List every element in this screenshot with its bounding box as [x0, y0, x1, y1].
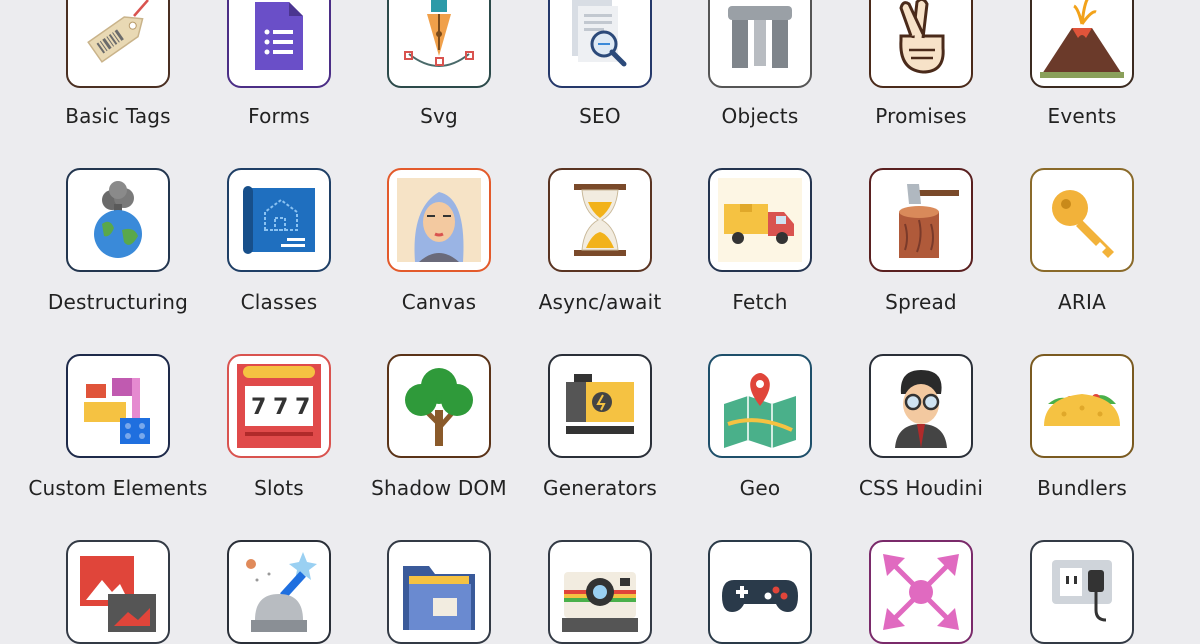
axe-stump-icon	[879, 178, 963, 262]
power-socket-icon	[1040, 550, 1124, 634]
topic-tile-power-generator[interactable]	[548, 354, 652, 458]
topic-tile-gamepad[interactable]	[708, 540, 812, 644]
pen-nib-icon	[397, 0, 481, 78]
topic-label[interactable]: SEO	[510, 104, 690, 128]
topic-tile-crossed-fingers[interactable]	[869, 0, 973, 88]
topic-tile-wizard-boy[interactable]	[869, 354, 973, 458]
svg-text:7: 7	[251, 395, 266, 420]
exploding-earth-icon	[76, 178, 160, 262]
topic-label[interactable]: Forms	[189, 104, 369, 128]
tree-icon	[397, 364, 481, 448]
hourglass-icon	[558, 178, 642, 262]
topic-tile-blueprint[interactable]	[227, 168, 331, 272]
power-generator-icon	[558, 364, 642, 448]
topic-label[interactable]: Promises	[831, 104, 1011, 128]
topic-label[interactable]: Classes	[189, 290, 369, 314]
topic-tile-form-document[interactable]	[227, 0, 331, 88]
expand-arrows-icon	[879, 550, 963, 634]
observatory-icon	[237, 550, 321, 634]
gamepad-icon	[718, 550, 802, 634]
portrait-painting-icon	[397, 178, 481, 262]
topic-label[interactable]: Generators	[510, 476, 690, 500]
topic-tile-magnifier-document[interactable]	[548, 0, 652, 88]
folder-icon	[397, 550, 481, 634]
instant-camera-icon	[558, 550, 642, 634]
topic-tile-delivery-truck[interactable]	[708, 168, 812, 272]
topic-tile-key[interactable]	[1030, 168, 1134, 272]
price-tag-icon	[76, 0, 160, 78]
topic-label[interactable]: Events	[992, 104, 1172, 128]
topic-label[interactable]: Slots	[189, 476, 369, 500]
magnifier-document-icon	[558, 0, 642, 78]
form-document-icon	[237, 0, 321, 78]
topic-tile-observatory[interactable]	[227, 540, 331, 644]
topic-tile-picture-frames[interactable]	[66, 540, 170, 644]
topic-tile-taco[interactable]	[1030, 354, 1134, 458]
delivery-truck-icon	[718, 178, 802, 262]
map-pin-icon	[718, 364, 802, 448]
topic-label[interactable]: Canvas	[349, 290, 529, 314]
topic-tile-hourglass[interactable]	[548, 168, 652, 272]
slot-machine-icon: 777	[237, 364, 321, 448]
topic-label[interactable]: Bundlers	[992, 476, 1172, 500]
topic-tile-volcano[interactable]	[1030, 0, 1134, 88]
topic-label[interactable]: Custom Elements	[28, 476, 208, 500]
svg-text:7: 7	[295, 395, 310, 420]
topic-tile-building-blocks[interactable]	[66, 354, 170, 458]
svg-text:7: 7	[273, 395, 288, 420]
topic-tile-instant-camera[interactable]	[548, 540, 652, 644]
volcano-icon	[1040, 0, 1124, 78]
topic-tile-folder[interactable]	[387, 540, 491, 644]
picture-frames-icon	[76, 550, 160, 634]
topic-tile-tree[interactable]	[387, 354, 491, 458]
topic-label[interactable]: ARIA	[992, 290, 1172, 314]
building-blocks-icon	[76, 364, 160, 448]
topic-tile-price-tag[interactable]	[66, 0, 170, 88]
topic-label[interactable]: Async/await	[510, 290, 690, 314]
topic-label[interactable]: CSS Houdini	[831, 476, 1011, 500]
topic-label[interactable]: Shadow DOM	[349, 476, 529, 500]
taco-icon	[1040, 364, 1124, 448]
topic-tile-portrait-painting[interactable]	[387, 168, 491, 272]
topic-label[interactable]: Destructuring	[28, 290, 208, 314]
topic-label[interactable]: Objects	[670, 104, 850, 128]
topic-label[interactable]: Geo	[670, 476, 850, 500]
topic-tile-stonehenge[interactable]	[708, 0, 812, 88]
blueprint-icon	[237, 178, 321, 262]
topic-label[interactable]: Spread	[831, 290, 1011, 314]
topic-tile-pen-nib[interactable]	[387, 0, 491, 88]
topic-tile-slot-machine[interactable]: 777	[227, 354, 331, 458]
topic-label[interactable]: Basic Tags	[28, 104, 208, 128]
key-icon	[1040, 178, 1124, 262]
stonehenge-icon	[718, 0, 802, 78]
topic-tile-expand-arrows[interactable]	[869, 540, 973, 644]
topic-tile-axe-stump[interactable]	[869, 168, 973, 272]
topic-tile-power-socket[interactable]	[1030, 540, 1134, 644]
topic-tile-exploding-earth[interactable]	[66, 168, 170, 272]
crossed-fingers-icon	[879, 0, 963, 78]
topic-label[interactable]: Svg	[349, 104, 529, 128]
topic-label[interactable]: Fetch	[670, 290, 850, 314]
topic-tile-map-pin[interactable]	[708, 354, 812, 458]
wizard-boy-icon	[879, 364, 963, 448]
